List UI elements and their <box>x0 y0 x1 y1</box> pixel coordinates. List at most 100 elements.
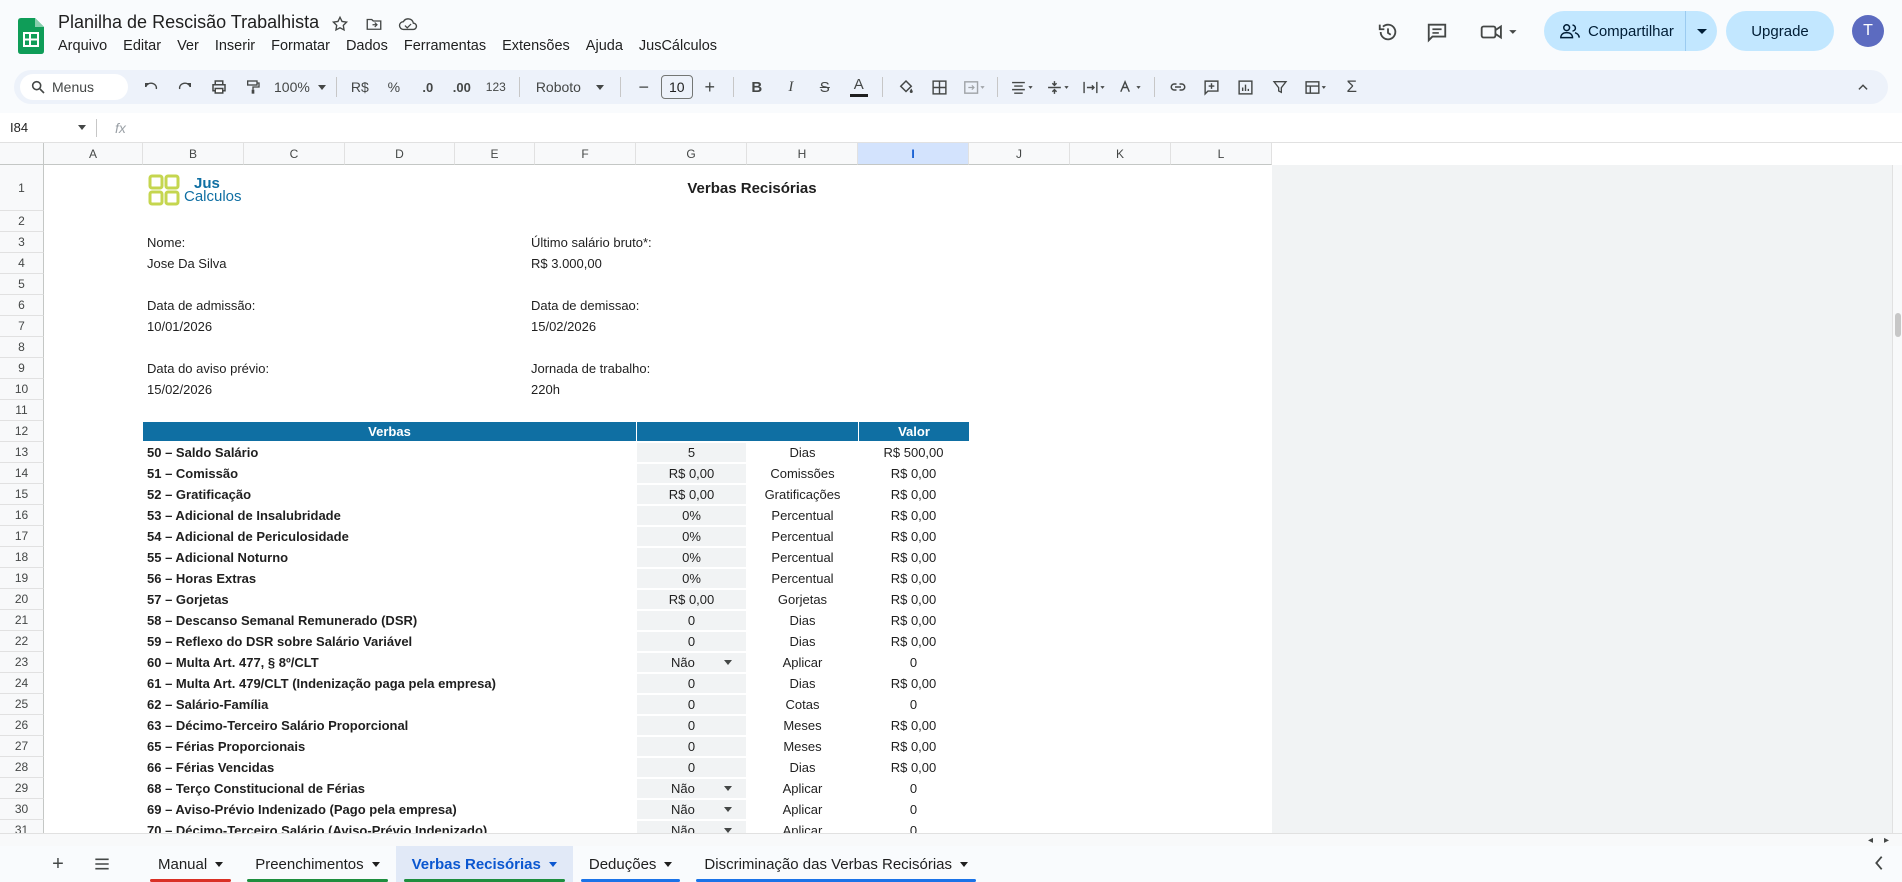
all-sheets-icon[interactable] <box>84 846 120 882</box>
sheet-tab[interactable]: Deduções <box>573 846 689 882</box>
row-header-31[interactable]: 31 <box>0 820 44 833</box>
increase-decimal-button[interactable]: .00 <box>449 74 475 100</box>
menu-dados[interactable]: Dados <box>338 38 396 54</box>
text-color-icon[interactable]: A <box>846 74 872 100</box>
aviso-value[interactable]: 15/02/2026 <box>147 379 527 400</box>
row-header-23[interactable]: 23 <box>0 652 44 673</box>
row-header-28[interactable]: 28 <box>0 757 44 778</box>
font-size-input[interactable]: 10 <box>660 75 693 99</box>
row-header-20[interactable]: 20 <box>0 589 44 610</box>
menu-inserir[interactable]: Inserir <box>207 38 263 54</box>
verba-input[interactable]: 0 <box>637 632 746 651</box>
sheet-explorer-icon[interactable] <box>1872 854 1886 877</box>
undo-icon[interactable] <box>138 74 164 100</box>
row-header-25[interactable]: 25 <box>0 694 44 715</box>
merge-cells-icon[interactable] <box>961 74 987 100</box>
chevron-down-icon[interactable] <box>371 861 380 867</box>
star-icon[interactable] <box>330 14 350 34</box>
text-wrap-icon[interactable] <box>1080 74 1108 100</box>
row-header-1[interactable]: 1 <box>0 165 44 211</box>
select-all-corner[interactable] <box>0 143 44 165</box>
functions-icon[interactable]: Σ <box>1339 74 1365 100</box>
menu-juscalculos[interactable]: JusCálculos <box>631 38 725 54</box>
verba-dropdown[interactable]: Não <box>637 653 746 672</box>
row-header-17[interactable]: 17 <box>0 526 44 547</box>
decrease-decimal-button[interactable]: .0 <box>415 74 441 100</box>
verba-dropdown[interactable]: Não <box>637 800 746 819</box>
formula-input[interactable] <box>126 113 1902 142</box>
row-header-13[interactable]: 13 <box>0 442 44 463</box>
cloud-status-icon[interactable] <box>398 14 418 34</box>
chevron-down-icon[interactable] <box>548 861 557 867</box>
scrollbar-thumb[interactable] <box>1895 313 1901 337</box>
name-box[interactable]: I84 <box>0 120 96 135</box>
horizontal-scrollbar[interactable]: ◂ ▸ <box>0 833 1902 846</box>
column-header-h[interactable]: H <box>747 143 858 165</box>
scroll-right-icon[interactable]: ▸ <box>1884 835 1889 846</box>
nome-value[interactable]: Jose Da Silva <box>147 253 527 274</box>
row-header-16[interactable]: 16 <box>0 505 44 526</box>
menu-ferramentas[interactable]: Ferramentas <box>396 38 494 54</box>
row-header-27[interactable]: 27 <box>0 736 44 757</box>
share-dropdown[interactable] <box>1686 28 1717 34</box>
row-header-12[interactable]: 12 <box>0 421 44 442</box>
column-header-f[interactable]: F <box>535 143 636 165</box>
insert-comment-icon[interactable] <box>1199 74 1225 100</box>
jornada-value[interactable]: 220h <box>531 379 831 400</box>
menu-formatar[interactable]: Formatar <box>263 38 338 54</box>
row-header-6[interactable]: 6 <box>0 295 44 316</box>
strikethrough-icon[interactable]: S <box>812 74 838 100</box>
row-header-3[interactable]: 3 <box>0 232 44 253</box>
admissao-value[interactable]: 10/01/2026 <box>147 316 527 337</box>
demissao-value[interactable]: 15/02/2026 <box>531 316 831 337</box>
share-button[interactable]: Compartilhar <box>1544 11 1717 51</box>
verba-dropdown[interactable]: Não <box>637 779 746 798</box>
verba-input[interactable]: 0 <box>637 716 746 735</box>
move-folder-icon[interactable] <box>364 14 384 34</box>
verba-input[interactable]: 0% <box>637 569 746 588</box>
salario-value[interactable]: R$ 3.000,00 <box>531 253 831 274</box>
sheet-tab[interactable]: Verbas Recisórias <box>395 846 573 882</box>
menu-editar[interactable]: Editar <box>115 38 169 54</box>
filter-views-icon[interactable] <box>1301 74 1331 100</box>
sheet-tab[interactable]: Manual <box>142 846 239 882</box>
row-header-11[interactable]: 11 <box>0 400 44 421</box>
scroll-left-icon[interactable]: ◂ <box>1868 835 1873 846</box>
percent-format-button[interactable]: % <box>381 74 407 100</box>
redo-icon[interactable] <box>172 74 198 100</box>
row-header-22[interactable]: 22 <box>0 631 44 652</box>
row-header-15[interactable]: 15 <box>0 484 44 505</box>
column-header-k[interactable]: K <box>1070 143 1171 165</box>
vertical-scrollbar[interactable] <box>1892 165 1902 833</box>
menu-arquivo[interactable]: Arquivo <box>50 38 115 54</box>
column-header-d[interactable]: D <box>345 143 455 165</box>
verba-dropdown[interactable]: Não <box>637 821 746 833</box>
fill-color-icon[interactable] <box>893 74 919 100</box>
verba-input[interactable]: 5 <box>637 443 746 462</box>
row-header-4[interactable]: 4 <box>0 253 44 274</box>
verba-input[interactable]: 0% <box>637 548 746 567</box>
chevron-down-icon[interactable] <box>215 861 224 867</box>
verba-input[interactable]: 0% <box>637 527 746 546</box>
meet-icon[interactable] <box>1478 20 1522 44</box>
vertical-align-icon[interactable] <box>1044 74 1072 100</box>
filter-icon[interactable] <box>1267 74 1293 100</box>
row-header-5[interactable]: 5 <box>0 274 44 295</box>
column-header-a[interactable]: A <box>44 143 143 165</box>
column-header-c[interactable]: C <box>244 143 345 165</box>
print-icon[interactable] <box>206 74 232 100</box>
verba-input[interactable]: 0 <box>637 758 746 777</box>
italic-icon[interactable]: I <box>778 74 804 100</box>
collapse-toolbar-icon[interactable] <box>1850 74 1876 100</box>
row-header-2[interactable]: 2 <box>0 211 44 232</box>
row-header-29[interactable]: 29 <box>0 778 44 799</box>
link-icon[interactable] <box>1165 74 1191 100</box>
column-header-b[interactable]: B <box>143 143 244 165</box>
chevron-down-icon[interactable] <box>724 786 732 791</box>
row-header-26[interactable]: 26 <box>0 715 44 736</box>
column-header-i[interactable]: I <box>858 143 969 165</box>
add-sheet-icon[interactable]: + <box>40 846 76 882</box>
upgrade-button[interactable]: Upgrade <box>1726 11 1834 51</box>
spreadsheet-grid[interactable]: ABCDEFGHIJKL 1 2 3 4 5 6 7 8 9 10 11 12 13 14 15 16 17 18… <box>0 143 1902 833</box>
column-header-g[interactable]: G <box>636 143 747 165</box>
